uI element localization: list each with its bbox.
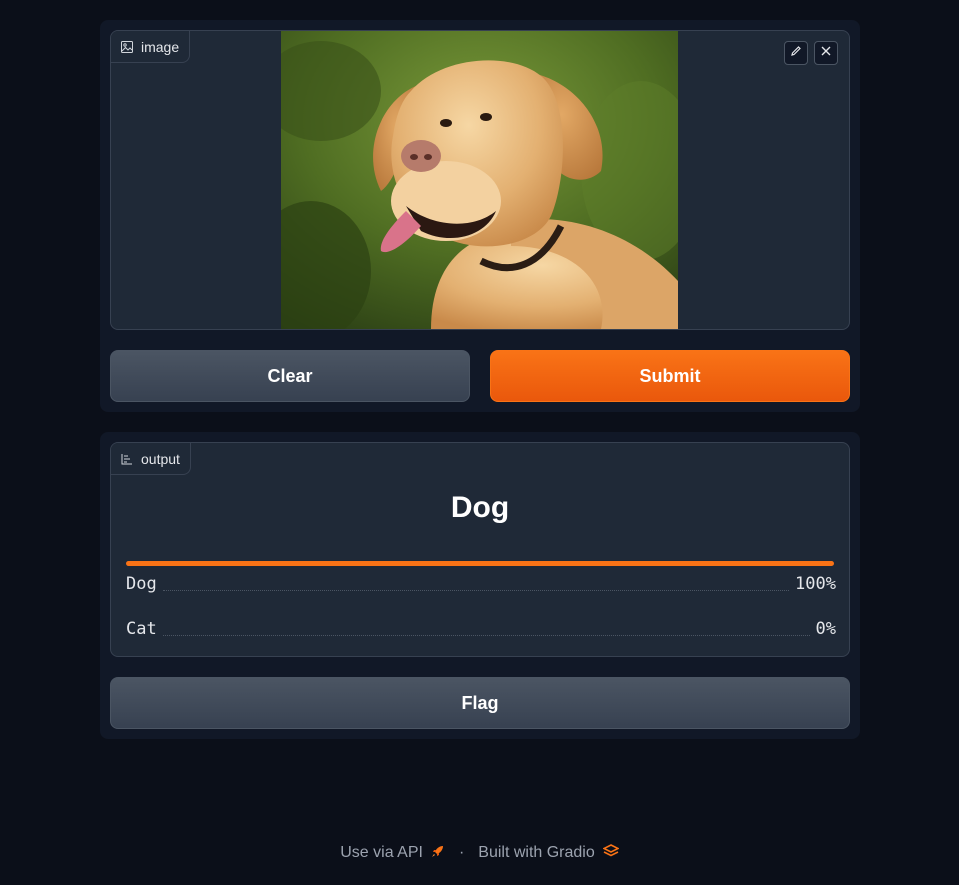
- close-icon: [820, 44, 832, 62]
- output-block-label: output: [111, 443, 191, 475]
- output-label-text: output: [141, 450, 180, 467]
- input-panel: image Clear Submit: [100, 20, 860, 412]
- flag-button[interactable]: Flag: [110, 677, 850, 729]
- built-with-gradio-text: Built with Gradio: [478, 844, 595, 861]
- use-via-api-text: Use via API: [340, 844, 423, 861]
- confidence-row: Cat 0%: [126, 618, 836, 640]
- dotted-leader: [162, 589, 790, 591]
- clear-button[interactable]: Clear: [110, 350, 470, 402]
- image-icon: [121, 40, 133, 53]
- edit-button[interactable]: [784, 41, 808, 65]
- dog-photo: [281, 31, 678, 329]
- confidence-value: 100%: [795, 574, 836, 594]
- gradio-logo-icon: [601, 843, 620, 863]
- image-label-text: image: [141, 38, 180, 55]
- confidence-class-label: Cat: [126, 619, 157, 639]
- confidence-bar-fill: [126, 561, 834, 566]
- confidence-class-label: Dog: [126, 574, 157, 594]
- pencil-icon: [790, 44, 802, 62]
- use-via-api-link[interactable]: Use via API: [340, 844, 445, 863]
- footer: Use via API · Built with Gradio: [0, 842, 959, 864]
- footer-separator: ·: [458, 844, 465, 861]
- bar-chart-icon: [121, 453, 133, 465]
- rocket-icon: [431, 844, 445, 863]
- dotted-leader: [162, 634, 810, 636]
- image-block-label: image: [111, 31, 191, 63]
- image-upload-block[interactable]: image: [110, 30, 850, 330]
- confidence-value: 0%: [815, 619, 836, 639]
- confidence-row: Dog 100%: [126, 573, 836, 595]
- submit-button[interactable]: Submit: [490, 350, 850, 402]
- remove-image-button[interactable]: [814, 41, 838, 65]
- predicted-label: Dog: [450, 491, 510, 524]
- output-label-block: output Dog Dog 100% Cat 0%: [110, 442, 850, 657]
- output-panel: output Dog Dog 100% Cat 0% Flag: [100, 432, 860, 739]
- built-with-gradio-link[interactable]: Built with Gradio: [478, 843, 620, 863]
- confidence-bar: [126, 561, 834, 566]
